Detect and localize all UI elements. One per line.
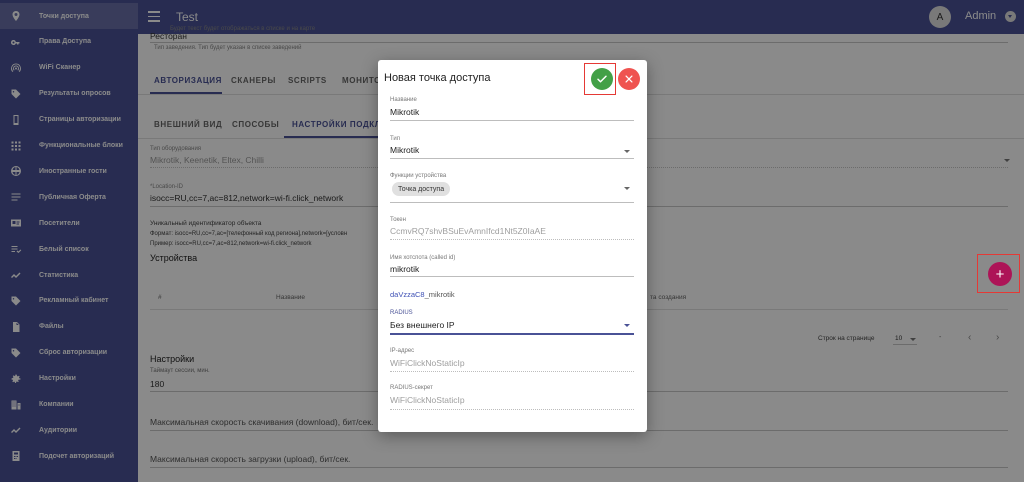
name-underline bbox=[390, 120, 634, 121]
confirm-button-highlight bbox=[584, 63, 616, 95]
token-label: Токен bbox=[390, 217, 406, 223]
radius-secret-value: WiFiClickNoStaticIp bbox=[390, 395, 465, 405]
token-underline bbox=[390, 239, 634, 240]
close-button[interactable] bbox=[618, 68, 640, 90]
called-id-display: daVzzaC8_mikrotik bbox=[390, 290, 455, 299]
type-underline bbox=[390, 158, 634, 159]
called-id-suffix: _mikrotik bbox=[424, 290, 455, 299]
name-label: Название bbox=[390, 97, 417, 103]
close-icon bbox=[625, 75, 633, 83]
type-select[interactable]: Mikrotik bbox=[390, 145, 419, 155]
called-id-link[interactable]: daVzzaC8 bbox=[390, 290, 425, 299]
type-label: Тип bbox=[390, 136, 401, 142]
radius-label: RADIUS bbox=[390, 310, 413, 316]
token-value: CcmvRQ7shvBSuEvAmnIfcd1Nt5Z0IaAE bbox=[390, 226, 546, 236]
hotspot-input[interactable]: mikrotik bbox=[390, 264, 419, 274]
radius-secret-label: RADIUS-секрет bbox=[390, 385, 433, 391]
app-root: Точки доступа Права Доступа WiFi Сканер Рез… bbox=[0, 0, 1024, 482]
ip-underline bbox=[390, 371, 634, 372]
dialog-title: Новая точка доступа bbox=[384, 72, 491, 84]
type-caret-icon[interactable] bbox=[624, 150, 630, 153]
ip-label: IP-адрес bbox=[390, 348, 415, 354]
functions-caret-icon[interactable] bbox=[624, 187, 630, 190]
new-access-point-dialog: Новая точка доступа Название Mikrotik Ти… bbox=[378, 60, 647, 432]
functions-label: Функции устройства bbox=[390, 173, 447, 179]
radius-select[interactable]: Без внешнего IP bbox=[390, 320, 455, 330]
radius-underline bbox=[390, 333, 634, 335]
ip-value: WiFiClickNoStaticIp bbox=[390, 358, 465, 368]
name-input[interactable]: Mikrotik bbox=[390, 107, 419, 117]
hotspot-underline bbox=[390, 276, 634, 277]
radius-secret-underline bbox=[390, 409, 634, 410]
functions-underline bbox=[390, 202, 634, 203]
add-button-highlight bbox=[977, 254, 1020, 293]
radius-caret-icon[interactable] bbox=[624, 324, 630, 327]
hotspot-label: Имя хотспота (called id) bbox=[390, 255, 456, 261]
function-chip[interactable]: Точка доступа bbox=[392, 182, 451, 196]
